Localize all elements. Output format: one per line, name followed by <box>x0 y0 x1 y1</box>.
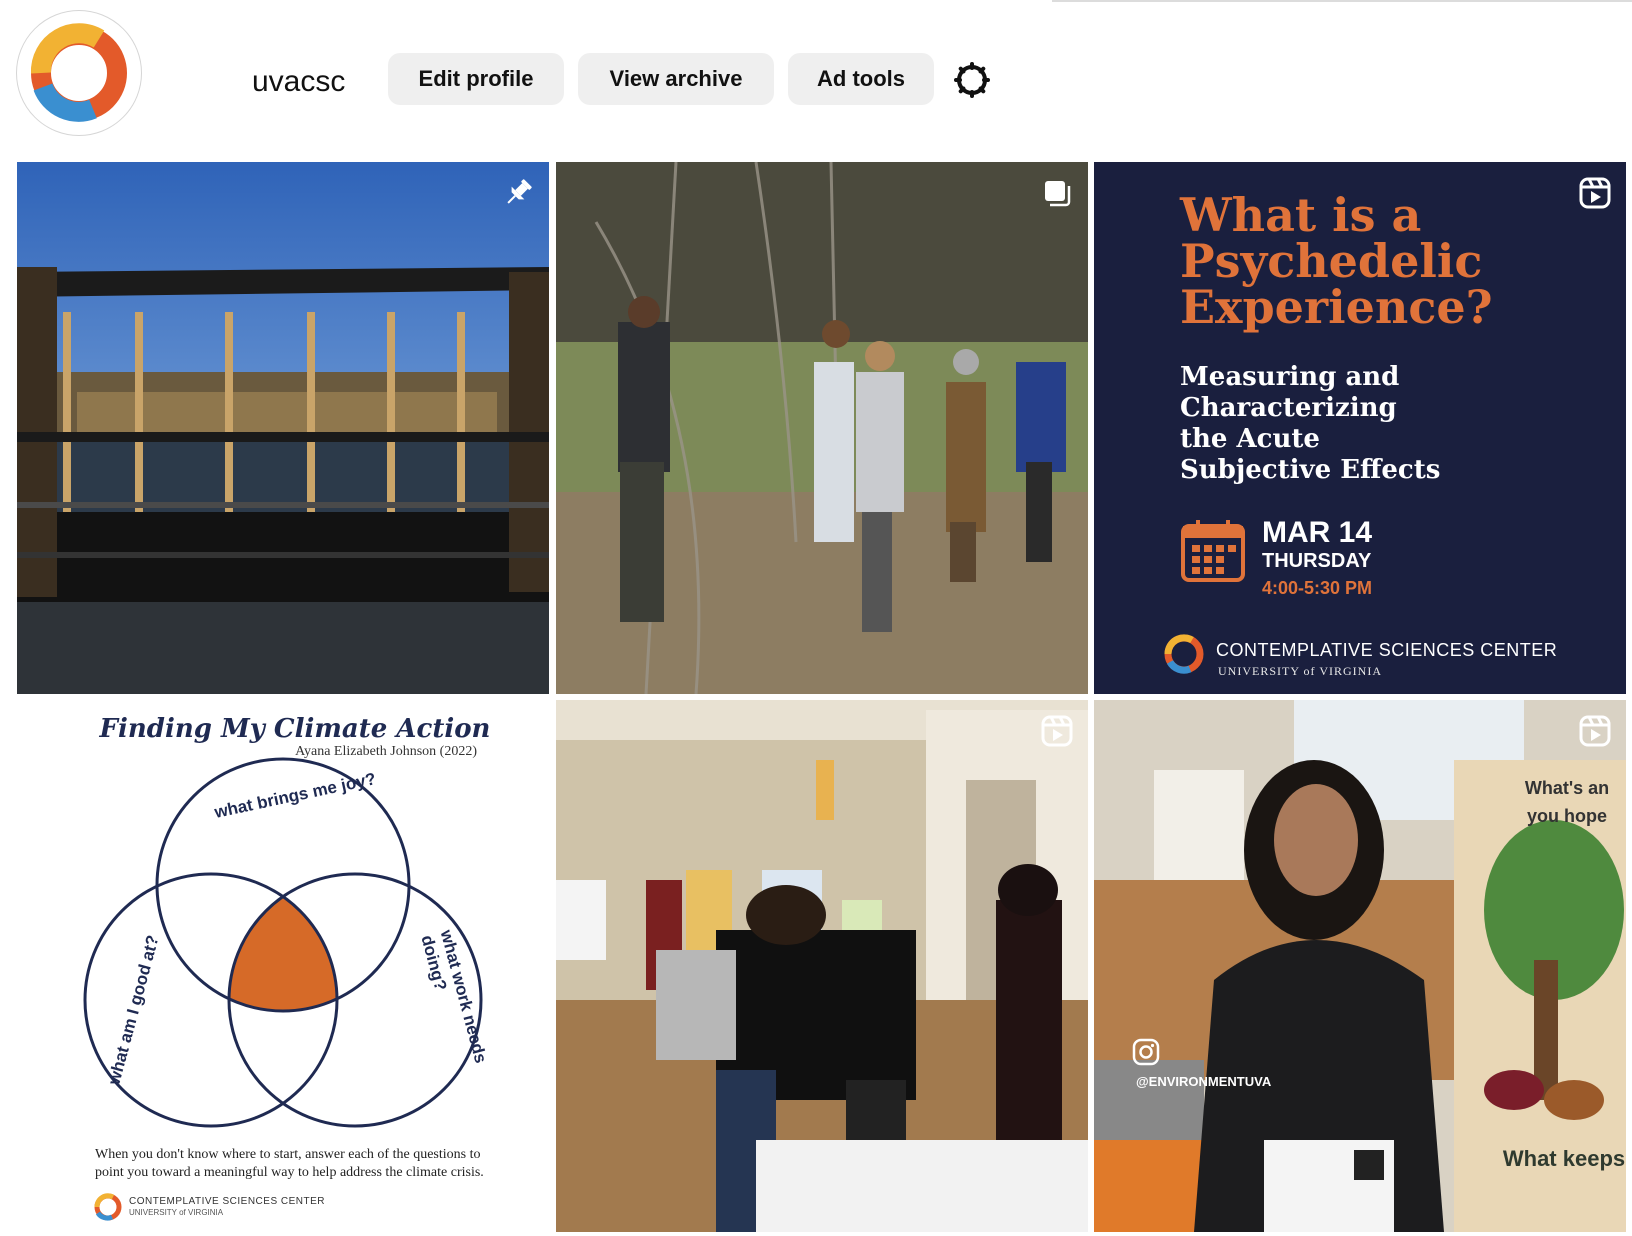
instagram-handle: @ENVIRONMENTUVA <box>1136 1074 1272 1089</box>
reel-icon <box>1579 715 1611 747</box>
poster-subtitle-line: the Acute <box>1180 424 1320 454</box>
venn-caption: When you don't know where to start, answ… <box>95 1147 484 1180</box>
post-tile-pavilion[interactable] <box>17 162 549 694</box>
poster-date: MAR 14 <box>1262 516 1373 549</box>
poster-time: 4:00-5:30 PM <box>1262 578 1373 598</box>
post-tile-forest[interactable] <box>556 162 1088 694</box>
sign-text-top: What's an you hope <box>1524 778 1610 826</box>
poster-title: What is a Psychedelic Experience? <box>1180 188 1493 334</box>
pin-icon <box>507 179 532 204</box>
ad-tools-button[interactable]: Ad tools <box>788 53 934 105</box>
venn-org-name: CONTEMPLATIVE SCIENCES CENTER <box>129 1196 326 1207</box>
venn-university: UNIVERSITY of VIRGINIA <box>129 1208 224 1217</box>
profile-avatar[interactable] <box>16 10 142 136</box>
carousel-icon <box>1045 181 1071 207</box>
csc-logo-icon <box>1164 634 1204 674</box>
poster-subtitle-line: Characterizing <box>1180 393 1397 423</box>
forest-photo <box>556 162 1088 694</box>
edit-profile-button[interactable]: Edit profile <box>388 53 564 105</box>
post-tile-student[interactable]: @ENVIRONMENTUVA What's an you hope What … <box>1094 700 1626 1232</box>
top-divider <box>1052 0 1632 2</box>
poster-subtitle: Measuring and Characterizing the Acute S… <box>1180 362 1600 486</box>
gear-icon[interactable] <box>952 60 992 100</box>
poster-day: THURSDAY <box>1262 550 1372 572</box>
sign-text-bottom: What keeps <box>1502 1146 1626 1171</box>
poster-university: UNIVERSITY of VIRGINIA <box>1218 664 1382 678</box>
csc-logo-icon <box>94 1193 122 1221</box>
reel-icon <box>1041 715 1073 747</box>
instagram-icon <box>1132 1038 1160 1066</box>
post-tile-event-hall[interactable] <box>556 700 1088 1232</box>
calendar-icon <box>1181 520 1245 582</box>
pavilion-photo <box>17 162 549 694</box>
reel-icon <box>1579 177 1611 209</box>
profile-username: uvacsc <box>252 65 346 98</box>
post-tile-psychedelic-poster[interactable]: What is a Psychedelic Experience? Measur… <box>1094 162 1626 694</box>
post-tile-climate-venn[interactable]: Finding My Climate Action Ayana Elizabet… <box>17 700 549 1232</box>
poster-subtitle-line: Subjective Effects <box>1180 455 1441 485</box>
poster-subtitle-line: Measuring and <box>1180 362 1400 392</box>
event-hall-photo <box>556 700 1088 1232</box>
view-archive-button[interactable]: View archive <box>578 53 774 105</box>
poster-org-name: CONTEMPLATIVE SCIENCES CENTER <box>1216 640 1558 660</box>
csc-ring-logo-icon <box>30 23 127 122</box>
